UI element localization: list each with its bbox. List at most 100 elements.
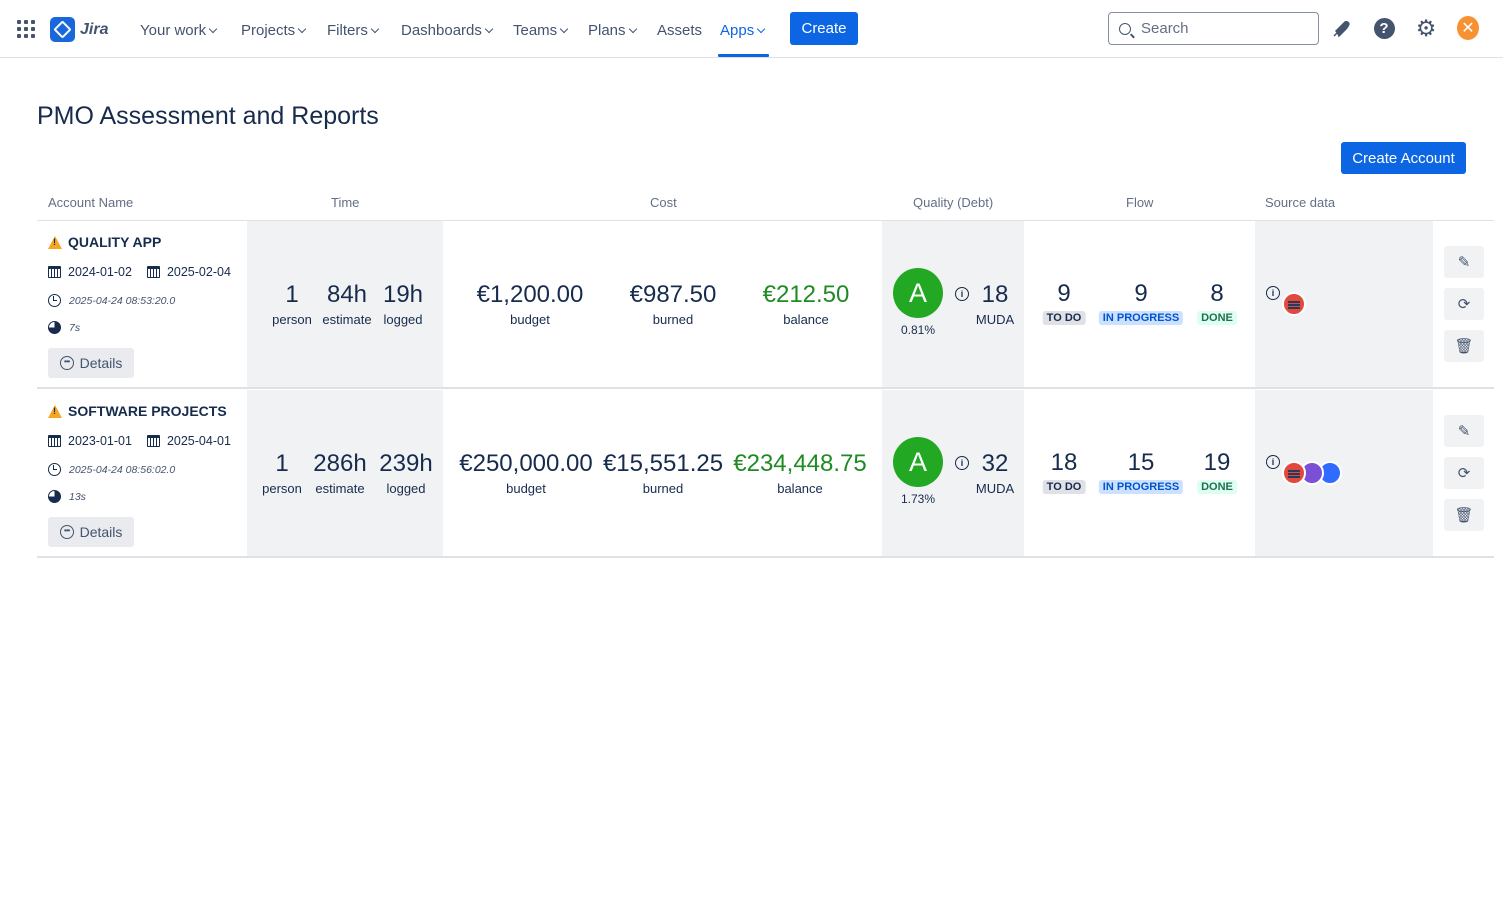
calendar-icon	[48, 435, 61, 447]
account-dates: 2023-01-01 2025-04-01	[48, 434, 231, 448]
balance-stat: €212.50 balance	[762, 281, 850, 327]
nav-your-work[interactable]: Your work	[140, 19, 218, 41]
people-stat: 1 person	[272, 281, 312, 327]
status-badge: IN PROGRESS	[1098, 311, 1184, 325]
budget-stat: €250,000.00 budget	[459, 450, 593, 496]
flow-in-progress: 15 IN PROGRESS	[1098, 449, 1184, 495]
notifications-icon[interactable]	[1331, 17, 1353, 39]
flow-todo: 18 TO DO	[1042, 449, 1086, 495]
flow-done: 8 DONE	[1197, 280, 1237, 326]
chevron-down-icon	[756, 24, 766, 33]
info-icon[interactable]: i	[955, 287, 969, 301]
status-badge: TO DO	[1042, 311, 1086, 325]
app-switcher-icon[interactable]	[17, 20, 35, 38]
logged-stat: 239h logged	[379, 450, 433, 496]
delete-trash-icon[interactable]: 🗑	[1444, 330, 1484, 362]
create-account-button[interactable]: Create Account	[1341, 142, 1466, 174]
clock-icon	[48, 463, 61, 476]
calendar-icon	[146, 266, 160, 278]
delete-trash-icon[interactable]: 🗑	[1444, 499, 1484, 531]
start-date: 2024-01-02	[68, 265, 132, 279]
chevron-down-icon	[484, 24, 494, 33]
active-tab-indicator	[718, 54, 769, 57]
details-button[interactable]: ••• Details	[48, 517, 134, 547]
create-button[interactable]: Create	[790, 12, 858, 45]
refresh-icon[interactable]: ⟳	[1444, 457, 1484, 489]
flow-in-progress: 9 IN PROGRESS	[1098, 280, 1184, 326]
estimate-stat: 286h estimate	[313, 450, 367, 496]
user-avatar[interactable]: ✕	[1457, 16, 1479, 40]
logged-stat: 19h logged	[382, 281, 424, 327]
row-divider	[37, 556, 1494, 558]
more-icon: •••	[59, 525, 74, 539]
column-header-quality: Quality (Debt)	[913, 195, 994, 210]
timer-icon	[48, 321, 61, 334]
status-badge: DONE	[1197, 311, 1237, 325]
end-date: 2025-04-01	[166, 434, 231, 448]
chevron-down-icon	[297, 24, 307, 33]
info-icon[interactable]: i	[1266, 455, 1280, 469]
nav-projects[interactable]: Projects	[241, 19, 307, 41]
budget-stat: €1,200.00 budget	[476, 281, 584, 327]
flow-done: 19 DONE	[1197, 449, 1237, 495]
gitlab-icon[interactable]	[1282, 461, 1306, 485]
status-badge: IN PROGRESS	[1098, 480, 1184, 494]
more-icon: •••	[59, 356, 74, 370]
run-duration: 13s	[48, 490, 86, 503]
status-badge: DONE	[1197, 480, 1237, 494]
column-header-flow: Flow	[1126, 195, 1154, 210]
search-input[interactable]	[1141, 20, 1301, 37]
search-box[interactable]	[1108, 12, 1319, 45]
flow-todo: 9 TO DO	[1042, 280, 1086, 326]
jira-logo-icon	[50, 17, 75, 42]
info-icon[interactable]: i	[1266, 286, 1280, 300]
account-name[interactable]: QUALITY APP	[48, 234, 161, 250]
nav-plans[interactable]: Plans	[588, 19, 637, 41]
jira-logo[interactable]: Jira	[50, 17, 108, 42]
nav-dashboards[interactable]: Dashboards	[401, 19, 494, 41]
start-date: 2023-01-01	[68, 434, 132, 448]
timer-icon	[48, 490, 61, 503]
edit-pencil-icon[interactable]: ✎	[1444, 246, 1484, 278]
debt-percent: 0.81%	[900, 323, 936, 337]
status-badge: TO DO	[1042, 480, 1086, 494]
calendar-icon	[48, 266, 61, 278]
column-header-account: Account Name	[48, 195, 134, 210]
help-icon[interactable]: ?	[1373, 17, 1395, 39]
clock-icon	[48, 294, 61, 307]
column-header-source: Source data	[1265, 195, 1336, 210]
burned-stat: €15,551.25 burned	[602, 450, 724, 496]
chevron-down-icon	[208, 24, 218, 33]
nav-assets[interactable]: Assets	[657, 19, 702, 41]
calendar-icon	[146, 435, 160, 447]
nav-apps[interactable]: Apps	[720, 19, 766, 41]
people-stat: 1 person	[262, 450, 302, 496]
details-button[interactable]: ••• Details	[48, 348, 134, 378]
last-run: 2025-04-24 08:53:20.0	[48, 294, 175, 307]
quality-grade-badge: A	[893, 437, 943, 487]
gitlab-icon[interactable]	[1282, 292, 1306, 316]
nav-teams[interactable]: Teams	[513, 19, 569, 41]
settings-gear-icon[interactable]: ⚙	[1415, 16, 1437, 39]
estimate-stat: 84h estimate	[322, 281, 372, 327]
row-divider	[37, 387, 1494, 389]
search-icon	[1119, 22, 1131, 35]
edit-pencil-icon[interactable]: ✎	[1444, 415, 1484, 447]
warning-icon	[48, 235, 62, 249]
nav-filters[interactable]: Filters	[327, 19, 380, 41]
quality-grade-badge: A	[893, 268, 943, 318]
top-navigation: Jira Your work Projects Filters Dashboar…	[0, 0, 1503, 58]
debt-percent: 1.73%	[900, 492, 936, 506]
refresh-icon[interactable]: ⟳	[1444, 288, 1484, 320]
info-icon[interactable]: i	[955, 456, 969, 470]
run-duration: 7s	[48, 321, 80, 334]
warning-icon	[48, 404, 62, 418]
balance-stat: €234,448.75 balance	[733, 450, 867, 496]
end-date: 2025-02-04	[166, 265, 231, 279]
avatar-icon: ✕	[1457, 16, 1479, 40]
app-name: Jira	[80, 20, 109, 38]
account-name[interactable]: SOFTWARE PROJECTS	[48, 403, 227, 419]
table-row: QUALITY APP 2024-01-02 2025-02-04 2025-0…	[37, 221, 1494, 389]
muda-stat: 32 MUDA	[975, 450, 1015, 496]
table-row: SOFTWARE PROJECTS 2023-01-01 2025-04-01 …	[37, 390, 1494, 558]
